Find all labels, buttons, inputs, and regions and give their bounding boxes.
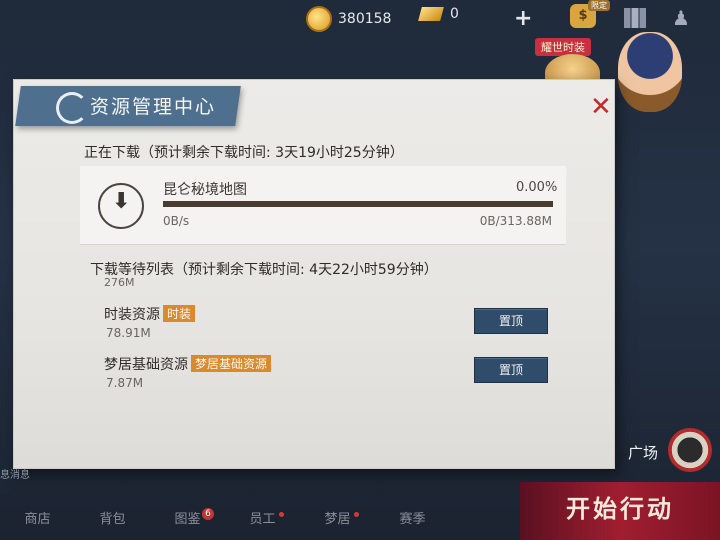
nav-bag[interactable]: 背包	[75, 500, 150, 540]
nav-codex[interactable]: 图鉴 6	[150, 500, 225, 540]
promo-label[interactable]: 耀世时装	[535, 38, 591, 56]
nav-label: 赛季	[399, 512, 426, 527]
coin-counter[interactable]: 380158	[306, 6, 391, 32]
queue-item-size: 7.87M	[106, 376, 144, 390]
download-size: 0B/313.88M	[479, 214, 552, 228]
plaza-button[interactable]: 广场	[628, 442, 658, 463]
download-speed: 0B/s	[163, 214, 190, 228]
gold-counter[interactable]: 0	[418, 6, 459, 22]
gold-value: 0	[450, 6, 459, 22]
resource-icon	[56, 92, 88, 124]
nav-staff[interactable]: 员工	[225, 500, 300, 540]
player-character-portrait[interactable]	[618, 32, 682, 112]
queue-item-title: 梦居基础资源	[104, 357, 188, 373]
panel-title: 资源管理中心	[90, 96, 217, 118]
nav-label: 商店	[24, 512, 51, 527]
queue-item-name: 梦居基础资源 梦居基础资源	[104, 354, 272, 374]
queue-item-tag: 时装	[163, 305, 196, 322]
coin-value: 380158	[338, 11, 392, 27]
nav-label: 梦居	[324, 512, 351, 527]
notification-dot	[354, 512, 359, 517]
queue-label: 下载等待列表（预计剩余下载时间: 4天22小时59分钟）	[90, 262, 438, 278]
nav-label: 背包	[99, 512, 126, 527]
queue-item-size: 78.91M	[106, 326, 151, 340]
ranking-icon[interactable]	[624, 8, 646, 28]
add-friend-icon[interactable]: ♟	[672, 6, 690, 30]
mascot-icon[interactable]	[668, 428, 712, 472]
downloading-label: 正在下载（预计剩余下载时间: 3天19小时25分钟）	[84, 145, 404, 161]
nav-shop[interactable]: 商店	[0, 500, 75, 540]
bag-badge: 限定	[588, 0, 610, 11]
notification-dot	[279, 512, 284, 517]
nav-dream-home[interactable]: 梦居	[300, 500, 375, 540]
nav-label: 员工	[249, 512, 276, 527]
gold-bar-icon	[418, 7, 444, 21]
start-action-button[interactable]: 开始行动	[520, 482, 720, 540]
queue-item-name: 时装资源 时装	[104, 304, 196, 324]
bottom-nav: 商店 背包 图鉴 6 员工 梦居 赛季	[0, 500, 520, 540]
queue-item-tag: 梦居基础资源	[191, 355, 272, 372]
queue-item-title: 时装资源	[104, 307, 160, 323]
pin-top-button[interactable]: 置顶	[474, 308, 548, 334]
chat-hint[interactable]: 息消息	[0, 466, 30, 481]
coin-icon	[306, 6, 332, 32]
close-icon[interactable]: ✕	[590, 92, 612, 122]
download-name: 昆仑秘境地图	[163, 182, 247, 198]
pin-top-button[interactable]: 置顶	[474, 357, 548, 383]
download-icon: ⬇	[112, 189, 131, 214]
nav-season[interactable]: 赛季	[375, 500, 450, 540]
nav-badge: 6	[202, 508, 214, 520]
plus-icon[interactable]: +	[514, 6, 532, 31]
queue-item-size-partial: 276M	[104, 276, 135, 289]
download-progress-track	[163, 201, 553, 207]
nav-label: 图鉴	[174, 512, 201, 527]
download-percent: 0.00%	[516, 180, 558, 195]
